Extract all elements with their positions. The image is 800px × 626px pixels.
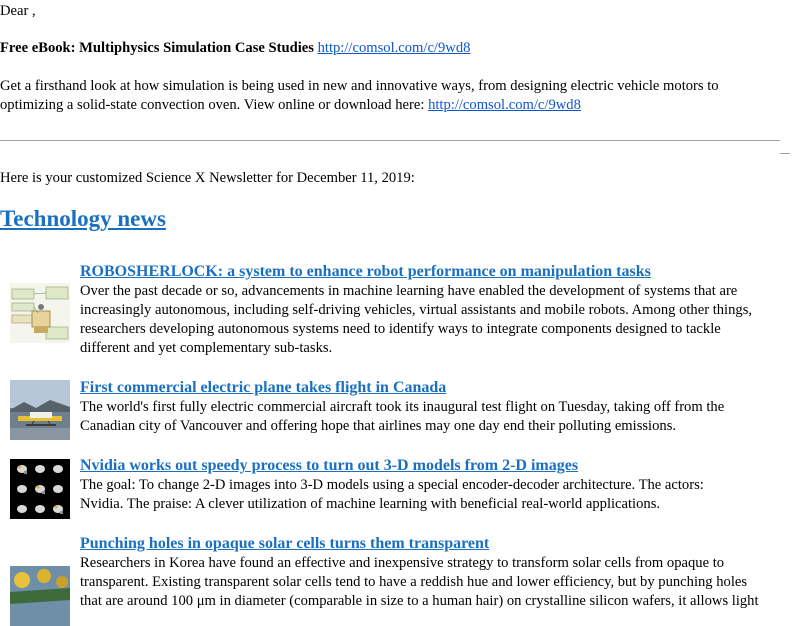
news-title-link[interactable]: Punching holes in opaque solar cells tur… [80,534,489,554]
summary-line: Nvidia. The praise: A clever utilization… [80,496,661,512]
summary-line: Canadian city of Vancouver and offering … [80,418,677,434]
promo-body-link[interactable]: http://comsol.com/c/9wd8 [428,97,581,113]
summary-line: increasingly autonomous, including self-… [80,302,753,318]
3d-models-thumbnail[interactable] [10,459,70,519]
promo-body-text: optimizing a solid-state convection oven… [0,97,425,113]
summary-line: The world's first fully electric commerc… [80,399,725,415]
news-title-link[interactable]: First commercial electric plane takes fl… [80,378,446,398]
summary-line: researchers developing autonomous system… [80,321,721,337]
summary-line: Over the past decade or so, advancements… [80,283,738,299]
news-summary: The world's first fully electric commerc… [80,398,780,436]
greeting: Dear , [0,3,36,19]
divider-mark [780,153,790,154]
promo-title: Free eBook: Multiphysics Simulation Case… [0,40,314,56]
promo-title-link[interactable]: http://comsol.com/c/9wd8 [318,40,471,56]
summary-line: transparent. Existing transparent solar … [80,574,748,590]
solar-cell-thumbnail[interactable] [10,566,70,626]
divider [0,140,780,141]
news-summary: Researchers in Korea have found an effec… [80,554,780,611]
promo-body-line-1: Get a firsthand look at how simulation i… [0,78,719,94]
summary-line: different and yet complementary sub-task… [80,340,333,356]
news-summary: Over the past decade or so, advancements… [80,282,780,358]
robot-diagram-thumbnail[interactable] [10,283,70,343]
seaplane-thumbnail[interactable] [10,380,70,440]
summary-line: Researchers in Korea have found an effec… [80,555,725,571]
summary-line: The goal: To change 2-D images into 3-D … [80,477,704,493]
news-title-link[interactable]: Nvidia works out speedy process to turn … [80,456,578,476]
news-summary: The goal: To change 2-D images into 3-D … [80,476,780,514]
news-title-link[interactable]: ROBOSHERLOCK: a system to enhance robot … [80,262,651,282]
newsletter-intro: Here is your customized Science X Newsle… [0,170,415,186]
summary-line: that are around 100 μm in diameter (comp… [80,593,759,609]
promo-heading: Free eBook: Multiphysics Simulation Case… [0,39,470,58]
section-title-technology-news[interactable]: Technology news [0,205,166,233]
promo-body-line-2: optimizing a solid-state convection oven… [0,96,581,115]
